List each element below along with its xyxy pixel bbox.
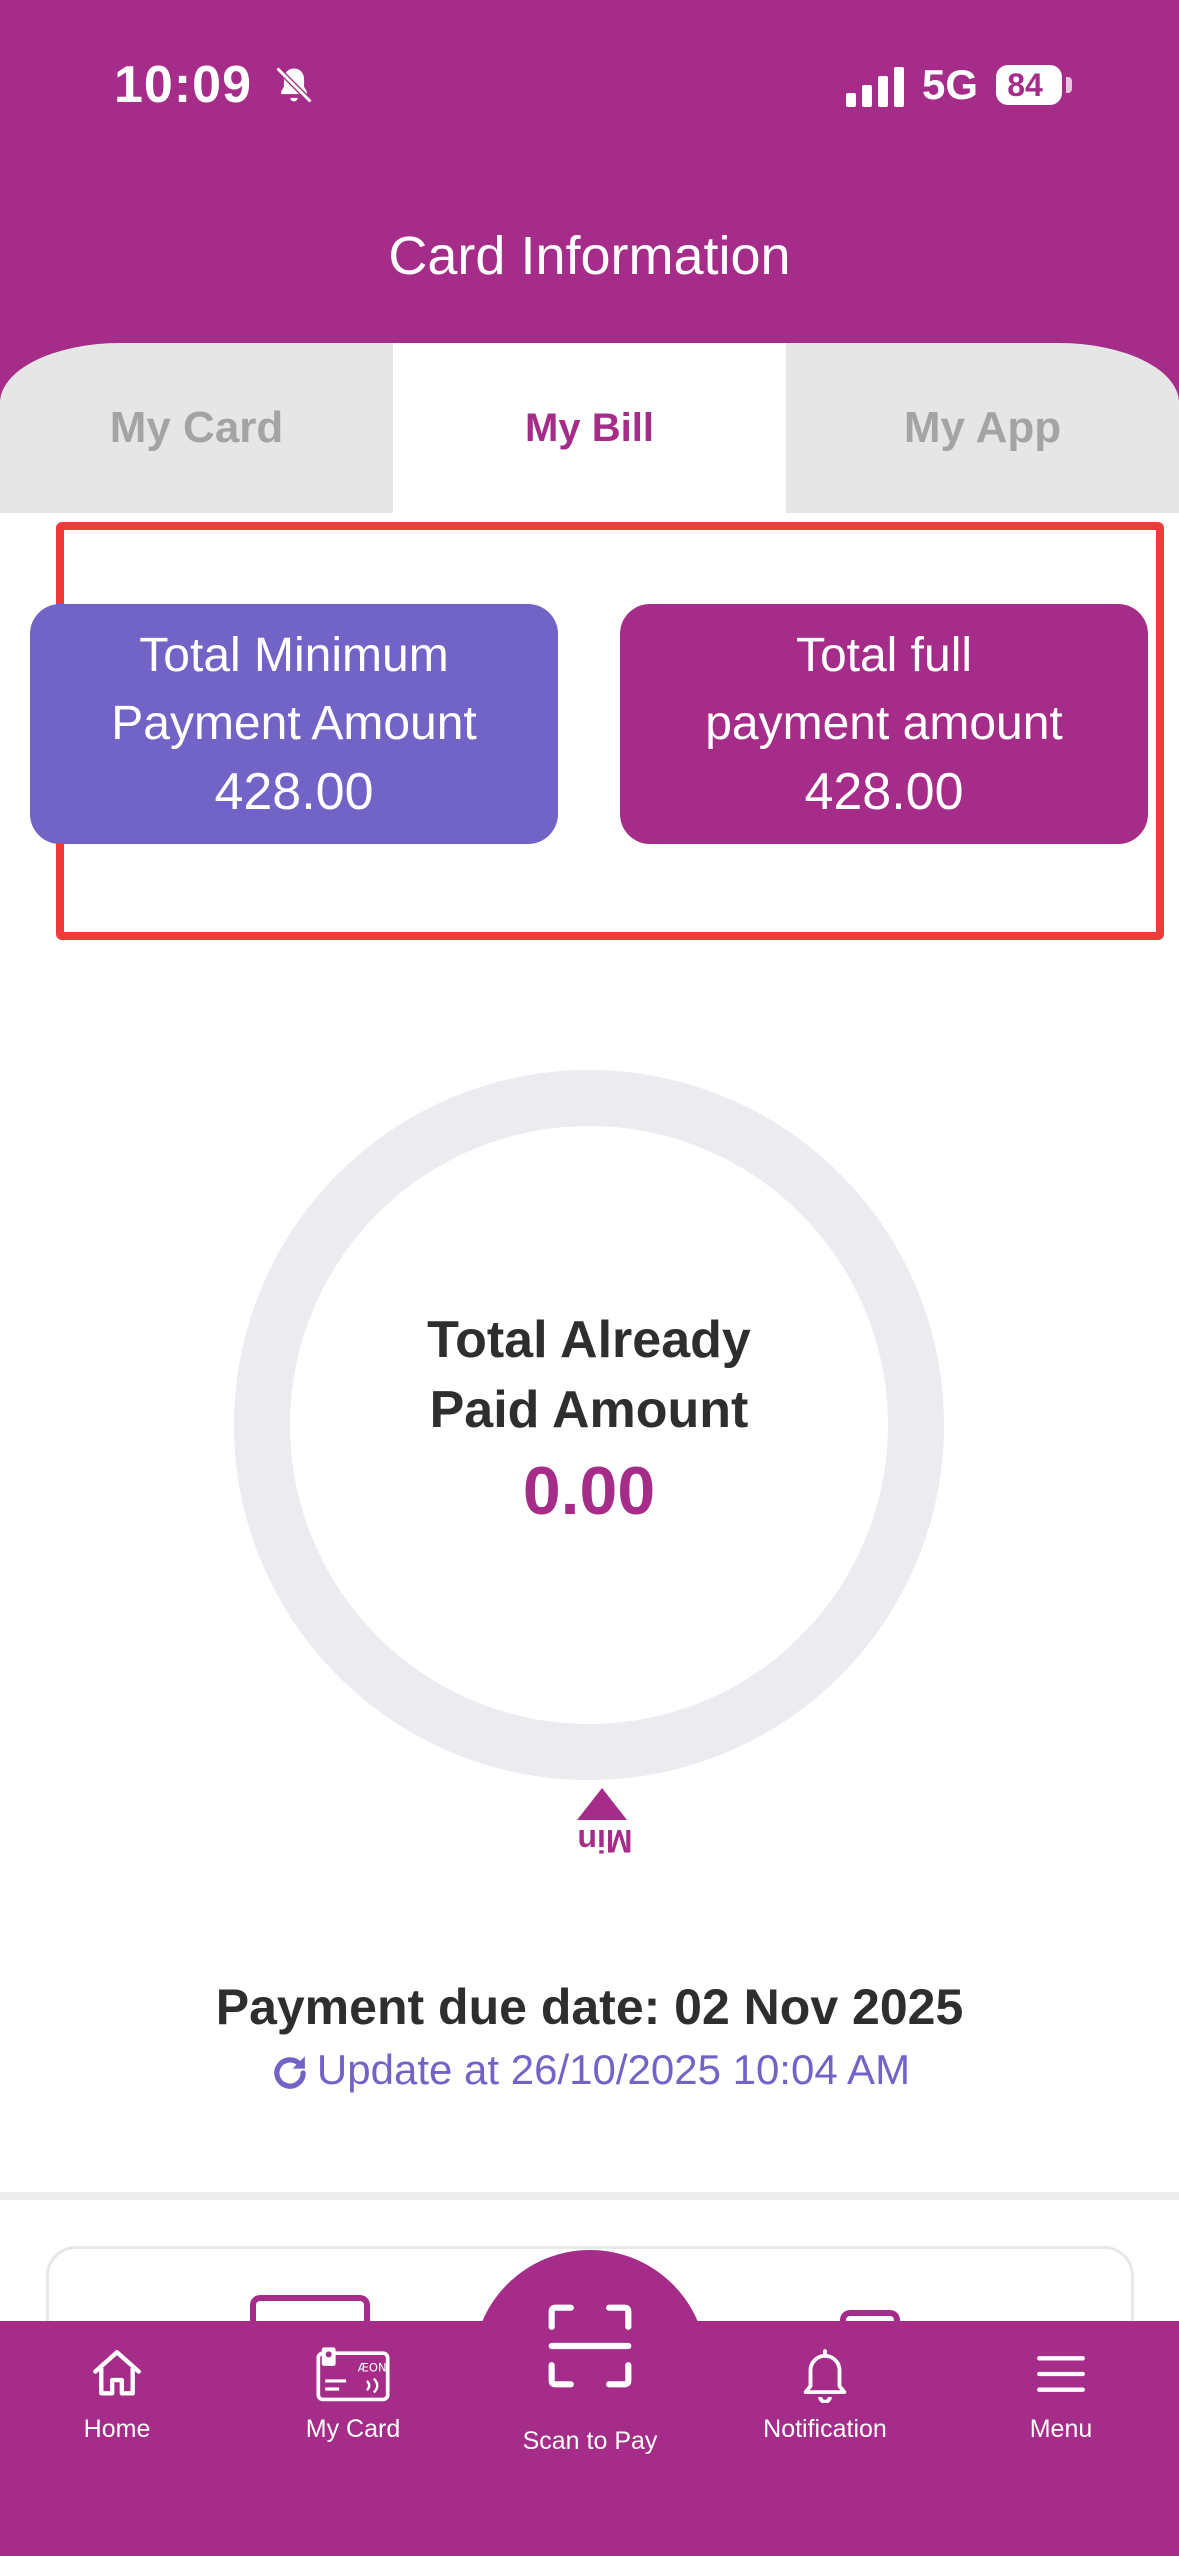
nav-notification-label: Notification [763,2415,887,2443]
home-icon [93,2350,141,2396]
nav-home-label: Home [83,2415,151,2443]
battery-cap [1066,77,1072,93]
tab-my-app[interactable]: My App [786,343,1179,513]
nav-menu[interactable]: Menu [956,2345,1166,2444]
battery-icon: 84 [996,65,1062,105]
signal-icon [846,67,904,107]
nav-notification[interactable]: Notification [720,2345,930,2444]
tab-bar: My Card My Bill My App [0,343,1179,513]
nav-scan-label: Scan to Pay [522,2427,658,2455]
menu-icon [1037,2356,1085,2392]
nav-menu-label: Menu [1029,2415,1093,2443]
nav-scan-to-pay[interactable]: Scan to Pay [485,2300,695,2456]
status-bar: 10:09 5G 84 [0,55,1179,115]
network-type: 5G [922,61,979,108]
full-payment-card[interactable]: Total full payment amount 428.00 [620,604,1148,844]
full-amount-value: 428.00 [804,763,964,821]
paid-amount-label: Total Already Paid Amount [234,1305,944,1445]
card-icon: ÆON [316,2347,390,2402]
paid-label-line1: Total Already [427,1311,751,1369]
update-timestamp: Update at 26/10/2025 10:04 AM [316,2046,911,2093]
refresh-icon[interactable] [269,2052,311,2094]
minimum-amount-value: 428.00 [214,763,374,821]
minimum-label-line2: Payment Amount [111,697,477,750]
min-marker-icon [577,1788,627,1820]
paid-amount-value: 0.00 [522,1453,656,1529]
status-time: 10:09 [114,56,252,114]
nav-my-card-label: My Card [305,2415,401,2443]
bell-off-icon [275,66,313,104]
tab-my-card[interactable]: My Card [0,343,393,513]
nav-my-card[interactable]: ÆON My Card [248,2345,458,2444]
payment-due-date: Payment due date: 02 Nov 2025 [215,1979,964,2035]
battery-level: 84 [1007,67,1043,103]
minimum-label-line1: Total Minimum [139,629,449,682]
full-label-line2: payment amount [705,697,1063,750]
min-marker-label: Min [577,1823,633,1859]
page-title: Card Information [388,226,791,286]
nav-home[interactable]: Home [12,2345,222,2444]
tab-my-bill[interactable]: My Bill [393,343,786,513]
bell-icon [803,2349,847,2403]
svg-text:ÆON: ÆON [358,2361,387,2375]
paid-label-line2: Paid Amount [429,1381,749,1439]
update-timestamp-row[interactable]: Update at 26/10/2025 10:04 AM [0,2046,1179,2094]
section-divider [0,2192,1179,2200]
full-label-line1: Total full [795,629,973,682]
minimum-payment-card[interactable]: Total Minimum Payment Amount 428.00 [30,604,558,844]
scan-icon [548,2304,632,2388]
